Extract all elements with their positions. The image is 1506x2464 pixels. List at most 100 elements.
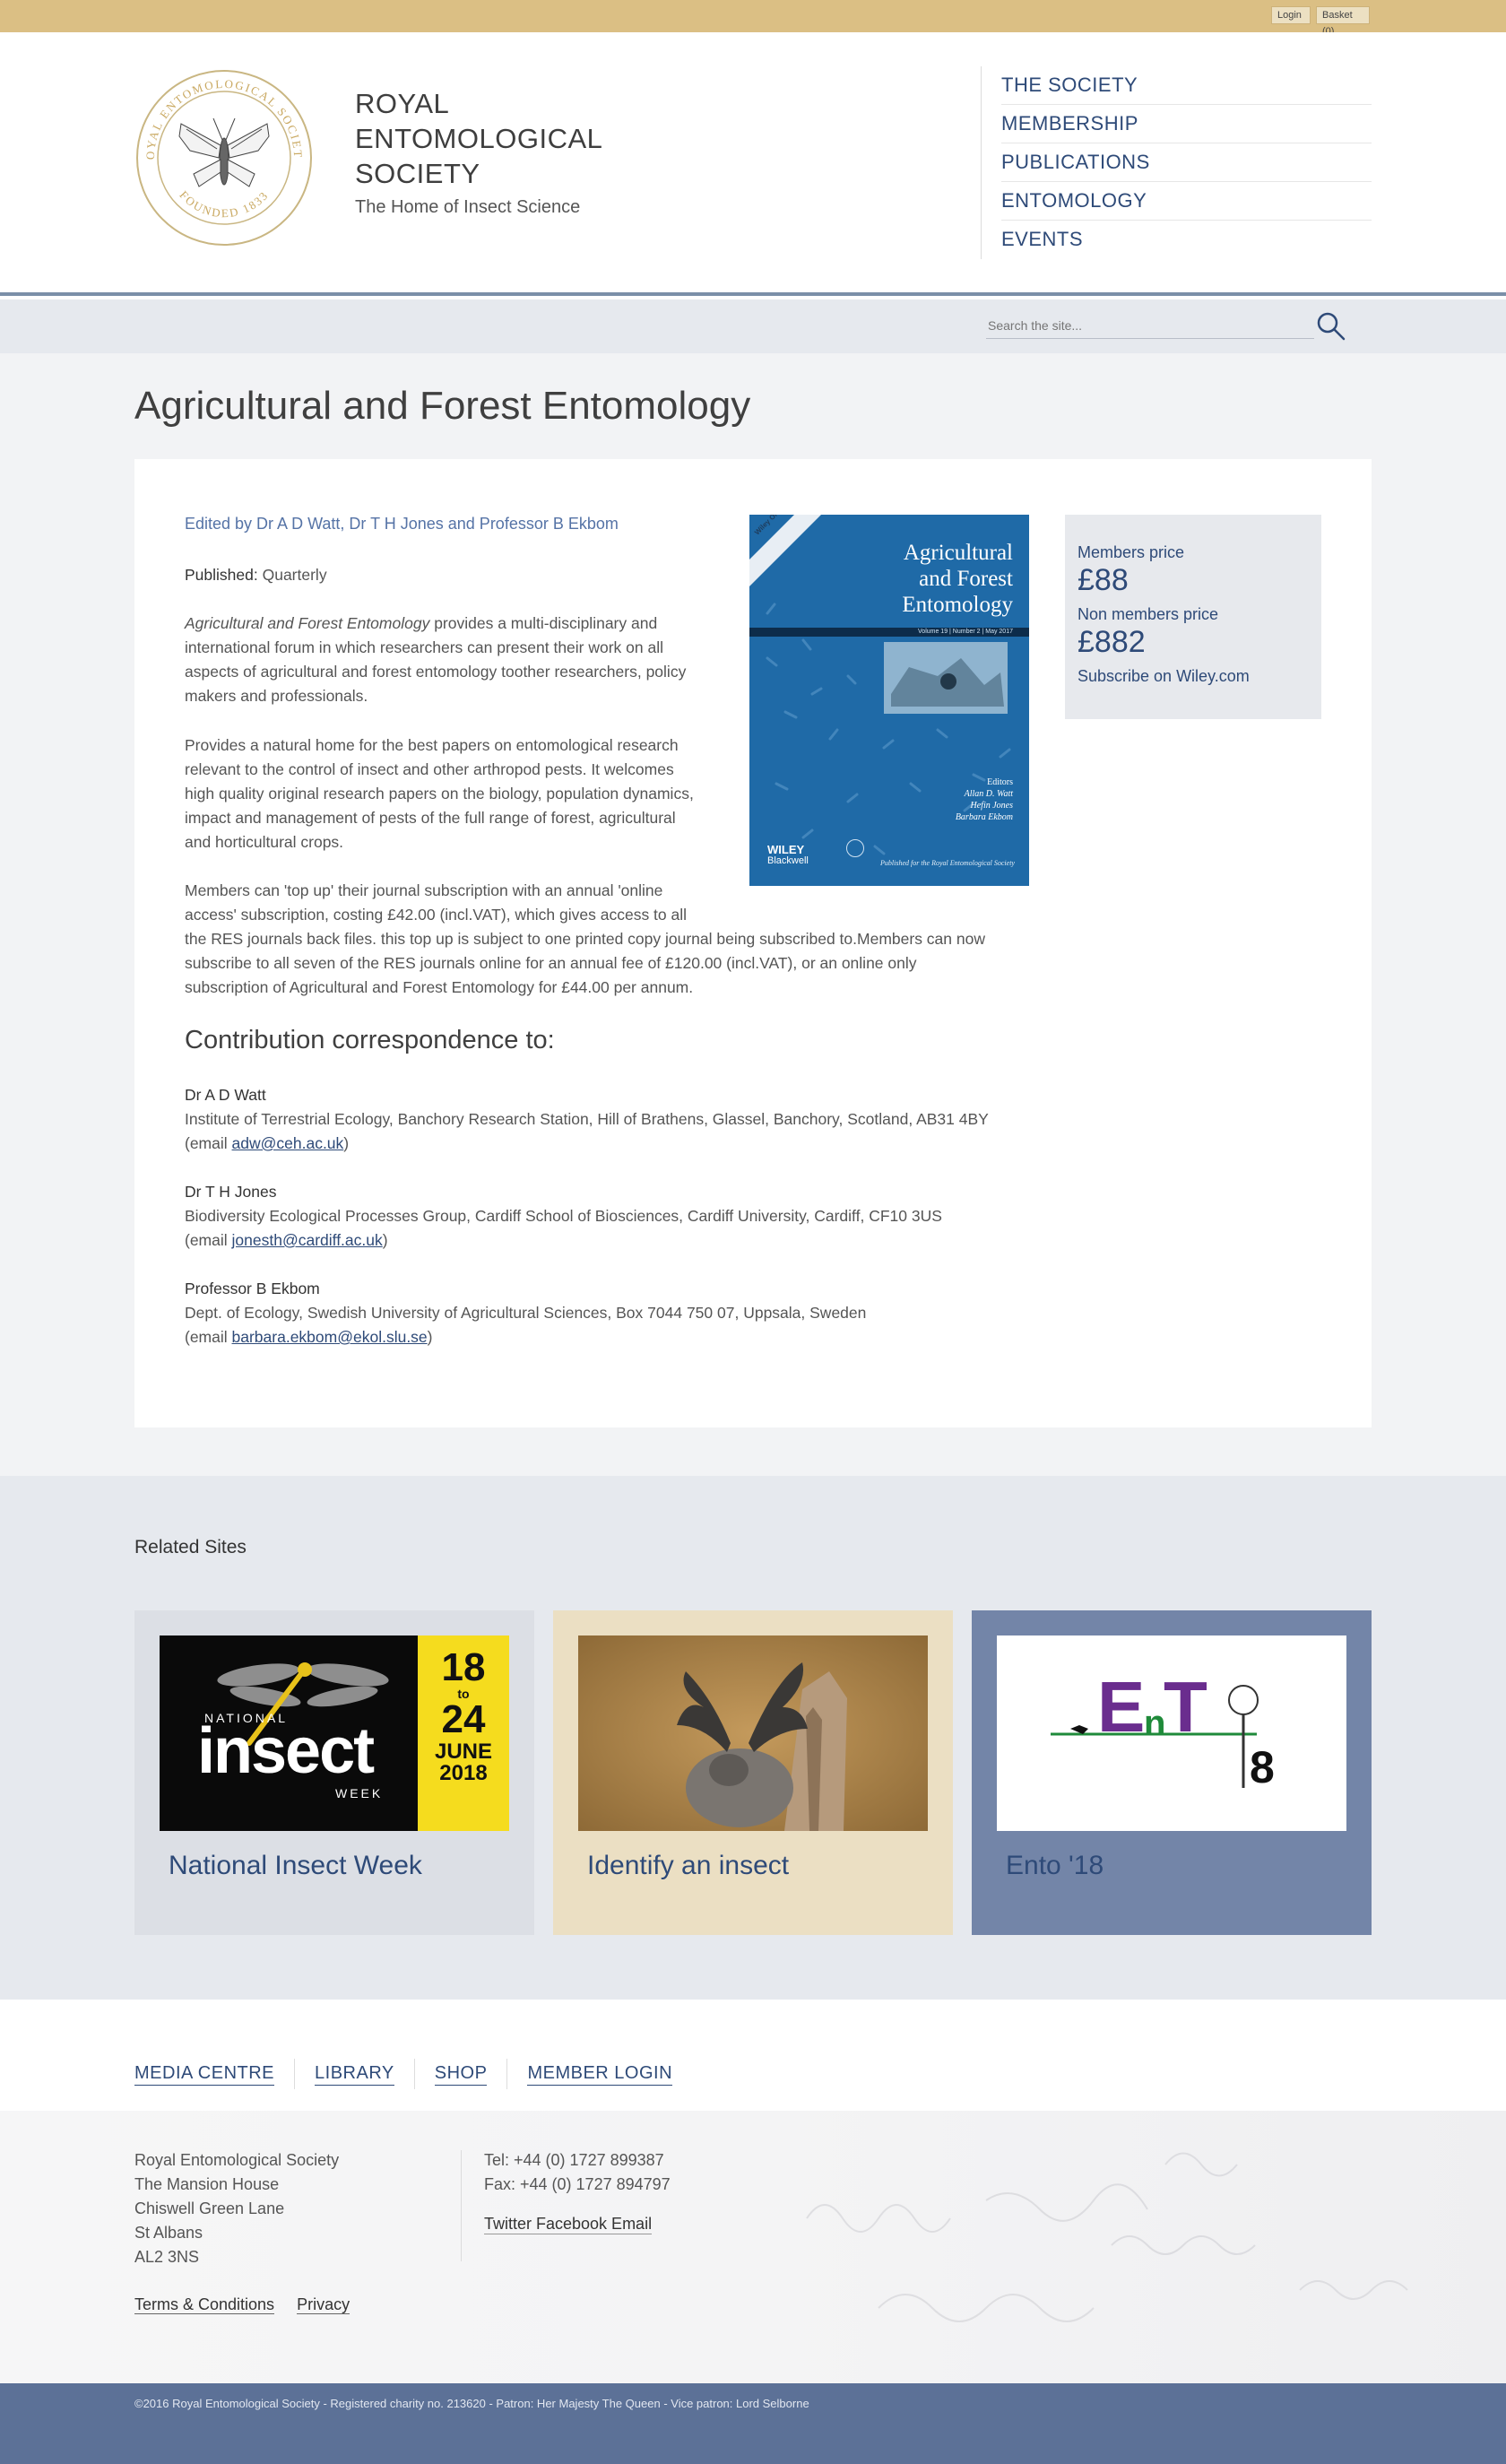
legal-links: Terms & Conditions Privacy	[134, 2295, 368, 2314]
published-line: Published: Quarterly	[185, 563, 327, 587]
non-members-price-value: £882	[1078, 625, 1146, 659]
scope-line: and horticultural crops.	[185, 833, 344, 851]
cover-title-line-3: Entomology	[902, 593, 1013, 617]
price-box: Members price £88 Non members price £882…	[1065, 515, 1321, 719]
copyright-bar	[0, 2383, 1506, 2464]
intro-paragraph: Agricultural and Forest Entomology provi…	[185, 612, 686, 708]
address-line: Royal Entomological Society	[134, 2151, 340, 2169]
cover-title: Agricultural and Forest Entomology	[902, 540, 1013, 618]
copyright-text: ©2016 Royal Entomological Society - Regi…	[134, 2397, 809, 2410]
footer-phone-numbers: Tel: +44 (0) 1727 899387 Fax: +44 (0) 17…	[484, 2148, 671, 2197]
niw-week: WEEK	[335, 1786, 384, 1800]
contact-address: Biodiversity Ecological Processes Group,…	[185, 1207, 942, 1225]
social-links[interactable]: Twitter Facebook Email	[484, 2215, 653, 2234]
terms-link[interactable]: Terms & Conditions	[134, 2295, 275, 2314]
footer-nav-member-login[interactable]: MEMBER LOGIN	[527, 2062, 673, 2086]
journal-cover-image[interactable]: Wiley Online Library Agricultural and Fo…	[749, 515, 1029, 886]
contact-jones: Dr T H Jones Biodiversity Ecological Pro…	[185, 1180, 942, 1253]
email-link[interactable]: adw@ceh.ac.uk	[232, 1134, 344, 1152]
login-button[interactable]: Login	[1271, 6, 1311, 24]
members-price-label: Members price	[1078, 543, 1185, 561]
nav-events[interactable]: EVENTS	[1001, 221, 1372, 259]
niw-month: JUNE	[434, 1740, 493, 1764]
contact-watt: Dr A D Watt Institute of Terrestrial Eco…	[185, 1083, 989, 1156]
site-header: ROYAL ENTOMOLOGICAL SOCIETY FOUNDED 1833…	[0, 32, 1506, 296]
basket-button[interactable]: Basket (0)	[1316, 6, 1370, 37]
email-link[interactable]: barbara.ekbom@ekol.slu.se	[232, 1328, 428, 1346]
contact-ekbom: Professor B Ekbom Dept. of Ecology, Swed…	[185, 1277, 866, 1349]
search-input[interactable]	[986, 312, 1314, 339]
cover-editor: Allan D. Watt	[964, 789, 1013, 799]
niw-year: 2018	[439, 1761, 488, 1785]
subscription-line: access' subscription, costing £42.00 (in…	[185, 906, 688, 924]
address-line: AL2 3NS	[134, 2248, 200, 2266]
footer-divider	[461, 2150, 462, 2261]
address-line: The Mansion House	[134, 2175, 280, 2193]
cover-editor: Hefin Jones	[970, 801, 1014, 811]
contribution-heading: Contribution correspondence to:	[185, 1026, 555, 1054]
published-label: Published:	[185, 566, 258, 584]
journal-editors: Edited by Dr A D Watt, Dr T H Jones and …	[185, 515, 619, 533]
journal-card: Edited by Dr A D Watt, Dr T H Jones and …	[134, 459, 1372, 1427]
footer-nav-shop[interactable]: SHOP	[434, 2062, 488, 2086]
nav-entomology[interactable]: ENTOMOLOGY	[1001, 182, 1372, 221]
contact-name: Professor B Ekbom	[185, 1280, 320, 1297]
nav-publications[interactable]: PUBLICATIONS	[1001, 143, 1372, 182]
nav-the-society[interactable]: THE SOCIETY	[1001, 66, 1372, 105]
niw-date-end: 24	[441, 1697, 486, 1741]
email-link[interactable]: jonesth@cardiff.ac.uk	[232, 1231, 383, 1249]
site-title-line-2: ENTOMOLOGICAL	[355, 123, 603, 154]
cover-editors: Editors Allan D. Watt Hefin Jones Barbar…	[956, 777, 1013, 823]
site-title[interactable]: ROYAL ENTOMOLOGICAL SOCIETY	[355, 86, 602, 191]
scope-line: impact and management of pests of the fu…	[185, 809, 676, 827]
contact-name: Dr A D Watt	[185, 1086, 266, 1104]
cover-editors-label: Editors	[987, 777, 1013, 787]
site-title-line-3: SOCIETY	[355, 158, 480, 189]
cover-meta: Volume 19 | Number 2 | May 2017	[918, 629, 1013, 635]
subscription-line: the RES journals back files. this top up…	[185, 930, 985, 948]
contact-address: Dept. of Ecology, Swedish University of …	[185, 1304, 867, 1322]
related-card-label: Identify an insect	[587, 1851, 790, 1880]
subscription-paragraph: Members can 'top up' their journal subsc…	[185, 879, 985, 1000]
cover-editor: Barbara Ekbom	[955, 812, 1013, 822]
search-band	[0, 299, 1506, 353]
subscribe-wiley-link[interactable]: Subscribe on Wiley.com	[1078, 667, 1309, 686]
fax-number: Fax: +44 (0) 1727 894797	[484, 2175, 671, 2193]
site-tagline: The Home of Insect Science	[355, 197, 581, 217]
email-suffix: )	[382, 1231, 388, 1249]
footer-nav-library[interactable]: LIBRARY	[315, 2062, 394, 2086]
cover-publisher: WILEY Blackwell	[767, 844, 809, 866]
email-prefix: (email	[185, 1328, 232, 1346]
privacy-link[interactable]: Privacy	[297, 2295, 351, 2314]
national-insect-week-image: NATIONAL insect WEEK 18 to 24 JUNE 2018	[160, 1635, 509, 1831]
contact-address: Institute of Terrestrial Ecology, Bancho…	[185, 1110, 989, 1128]
related-card-national-insect-week[interactable]: NATIONAL insect WEEK 18 to 24 JUNE 2018 …	[134, 1610, 534, 1935]
email-suffix: )	[427, 1328, 433, 1346]
site-title-line-1: ROYAL	[355, 88, 450, 119]
ento-year: 8	[1250, 1742, 1275, 1792]
subscription-line: subscribe to all seven of the RES journa…	[185, 954, 917, 972]
non-members-price-label: Non members price	[1078, 605, 1219, 623]
search-icon	[1317, 312, 1346, 341]
related-card-ento-18[interactable]: E n T 8 Ento '18	[972, 1610, 1372, 1935]
intro-line: international forum in which researchers…	[185, 638, 664, 656]
top-utility-bar: Login Basket (0)	[0, 0, 1506, 37]
page-title: Agricultural and Forest Entomology	[134, 384, 751, 428]
related-card-identify-insect[interactable]: Identify an insect	[553, 1610, 953, 1935]
address-line: St Albans	[134, 2224, 203, 2242]
search-button[interactable]	[1314, 310, 1348, 344]
scope-paragraph: Provides a natural home for the best pap…	[185, 733, 694, 855]
ento-t: T	[1164, 1667, 1207, 1747]
members-price-value: £88	[1078, 563, 1129, 597]
niw-date-start: 18	[441, 1645, 486, 1689]
scope-line: high quality original research papers on…	[185, 785, 694, 803]
ento-n: n	[1144, 1704, 1166, 1743]
society-logo[interactable]: ROYAL ENTOMOLOGICAL SOCIETY FOUNDED 1833	[134, 68, 314, 247]
contact-name: Dr T H Jones	[185, 1183, 277, 1201]
footer-nav-media-centre[interactable]: MEDIA CENTRE	[134, 2062, 275, 2086]
cover-title-line-1: Agricultural	[903, 541, 1013, 565]
nav-membership[interactable]: MEMBERSHIP	[1001, 105, 1372, 143]
intro-line: aspects of agricultural and forest entom…	[185, 663, 687, 681]
cover-publisher-sub: Blackwell	[767, 855, 809, 866]
ento-18-image: E n T 8	[997, 1635, 1346, 1831]
